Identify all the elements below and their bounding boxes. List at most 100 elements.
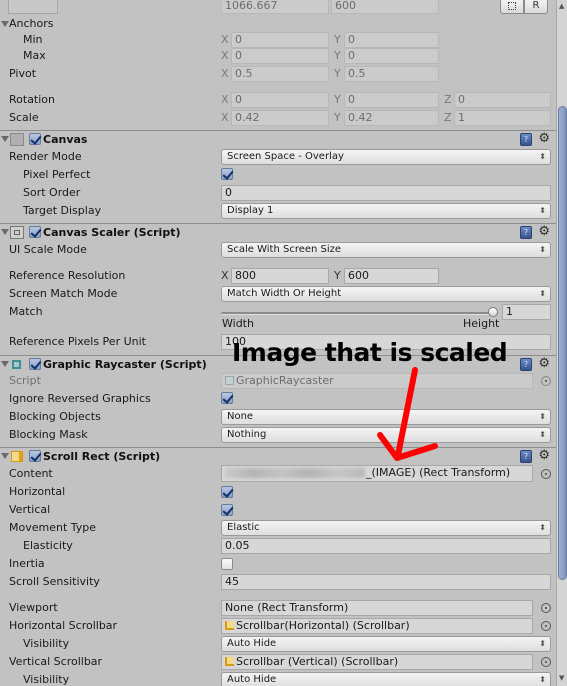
- rotation-x-field[interactable]: 0: [231, 92, 329, 108]
- vertical-scrollbar-value: Scrollbar (Vertical) (Scrollbar): [236, 655, 399, 668]
- axis-z-label: Z: [444, 111, 452, 124]
- dropdown-value: Nothing: [227, 429, 267, 440]
- blueprint-mode-button[interactable]: [500, 0, 524, 14]
- anchor-max-x-field[interactable]: 0: [231, 48, 329, 64]
- sort-order-field[interactable]: 0: [221, 185, 551, 201]
- help-icon[interactable]: ?: [520, 358, 532, 371]
- foldout-arrow-icon[interactable]: [1, 229, 9, 235]
- h-visibility-label: Visibility: [23, 637, 70, 650]
- inspector-scrollbar[interactable]: ▲ ▼: [556, 0, 567, 686]
- scroll-sensitivity-field[interactable]: 45: [221, 574, 551, 590]
- horizontal-scrollbar-field[interactable]: Scrollbar(Horizontal) (Scrollbar): [221, 618, 533, 634]
- horizontal-visibility-dropdown[interactable]: Auto Hide ⬍: [221, 636, 551, 652]
- scrollbar-component-icon: [225, 657, 234, 666]
- anchor-min-x-field[interactable]: 0: [231, 32, 329, 48]
- dropdown-arrows-icon: ⬍: [539, 245, 546, 254]
- object-picker-icon[interactable]: [541, 469, 551, 479]
- axis-y-label: Y: [334, 93, 341, 106]
- dropdown-arrows-icon: ⬍: [539, 639, 546, 648]
- component-title: Graphic Raycaster (Script): [43, 358, 207, 371]
- rotation-y-field[interactable]: 0: [344, 92, 439, 108]
- object-picker-icon[interactable]: [541, 657, 551, 667]
- graphic-raycaster-enabled-checkbox[interactable]: [29, 358, 41, 370]
- ui-scale-mode-dropdown[interactable]: Scale With Screen Size ⬍: [221, 242, 551, 258]
- script-label: Script: [9, 374, 41, 387]
- annotation-arrow: [377, 367, 438, 461]
- match-width-label: Width: [222, 317, 254, 330]
- object-picker-icon[interactable]: [541, 376, 551, 386]
- scroll-down-icon[interactable]: ▼: [559, 674, 564, 682]
- rect-preview-box[interactable]: [8, 0, 58, 14]
- screen-match-mode-dropdown[interactable]: Match Width Or Height ⬍: [221, 286, 551, 302]
- anchors-foldout-icon[interactable]: [1, 21, 9, 27]
- foldout-arrow-icon[interactable]: [1, 136, 9, 142]
- dropdown-value: Display 1: [227, 205, 274, 216]
- gear-icon[interactable]: ⚙: [538, 356, 550, 371]
- horizontal-checkbox[interactable]: [221, 486, 233, 498]
- axis-x-label: X: [221, 33, 229, 46]
- gear-icon[interactable]: ⚙: [538, 131, 550, 146]
- reference-resolution-label: Reference Resolution: [9, 269, 126, 282]
- movement-type-dropdown[interactable]: Elastic ⬍: [221, 520, 551, 536]
- target-display-dropdown[interactable]: Display 1 ⬍: [221, 203, 551, 219]
- height-field[interactable]: 600: [331, 0, 439, 14]
- anchors-label[interactable]: Anchors: [9, 17, 54, 31]
- dropdown-arrows-icon: ⬍: [539, 412, 546, 421]
- render-mode-dropdown[interactable]: Screen Space - Overlay ⬍: [221, 149, 551, 165]
- canvas-component-header[interactable]: Canvas ? ⚙: [0, 130, 556, 148]
- canvas-scaler-enabled-checkbox[interactable]: [29, 226, 41, 238]
- dropdown-arrows-icon: ⬍: [539, 206, 546, 215]
- gear-icon[interactable]: ⚙: [538, 448, 550, 463]
- help-icon[interactable]: ?: [520, 226, 532, 239]
- target-display-label: Target Display: [23, 204, 102, 217]
- axis-y-label: Y: [334, 269, 341, 282]
- scale-y-field[interactable]: 0.42: [344, 110, 439, 126]
- ignore-reversed-checkbox[interactable]: [221, 392, 233, 404]
- rotation-z-field[interactable]: 0: [454, 92, 551, 108]
- dropdown-value: Elastic: [227, 522, 260, 533]
- canvas-scaler-component-header[interactable]: Canvas Scaler (Script) ? ⚙: [0, 223, 556, 241]
- vertical-scrollbar-field[interactable]: Scrollbar (Vertical) (Scrollbar): [221, 654, 533, 670]
- vertical-visibility-dropdown[interactable]: Auto Hide ⬍: [221, 672, 551, 686]
- reference-resolution-x-field[interactable]: 800: [231, 268, 329, 284]
- raw-edit-button[interactable]: R: [524, 0, 548, 14]
- viewport-field[interactable]: None (Rect Transform): [221, 600, 533, 616]
- gear-icon[interactable]: ⚙: [538, 224, 550, 239]
- match-slider-track[interactable]: [221, 312, 493, 315]
- pixel-perfect-checkbox[interactable]: [221, 168, 233, 180]
- anchor-max-y-field[interactable]: 0: [344, 48, 439, 64]
- scrollbar-thumb[interactable]: [558, 106, 567, 580]
- v-visibility-label: Visibility: [23, 673, 70, 686]
- axis-x-label: X: [221, 67, 229, 80]
- vertical-checkbox[interactable]: [221, 504, 233, 516]
- dropdown-arrows-icon: ⬍: [539, 430, 546, 439]
- object-picker-icon[interactable]: [541, 621, 551, 631]
- help-icon[interactable]: ?: [520, 133, 532, 146]
- match-slider-thumb[interactable]: [488, 307, 498, 317]
- scale-x-field[interactable]: 0.42: [231, 110, 329, 126]
- reference-resolution-y-field[interactable]: 600: [344, 268, 439, 284]
- anchor-min-y-field[interactable]: 0: [344, 32, 439, 48]
- inertia-checkbox[interactable]: [221, 558, 233, 570]
- axis-y-label: Y: [334, 49, 341, 62]
- foldout-arrow-icon[interactable]: [1, 453, 9, 459]
- scroll-rect-enabled-checkbox[interactable]: [29, 450, 41, 462]
- width-field[interactable]: 1066.667: [221, 0, 329, 14]
- scale-z-field[interactable]: 1: [454, 110, 551, 126]
- script-file-icon: [225, 376, 234, 385]
- canvas-enabled-checkbox[interactable]: [29, 133, 41, 145]
- object-picker-icon[interactable]: [541, 603, 551, 613]
- scroll-up-icon[interactable]: ▲: [559, 2, 564, 10]
- match-value-field[interactable]: 1: [502, 304, 551, 320]
- pivot-y-field[interactable]: 0.5: [344, 66, 439, 82]
- movement-type-label: Movement Type: [9, 521, 97, 534]
- inertia-label: Inertia: [9, 557, 45, 570]
- scroll-rect-component-header[interactable]: Scroll Rect (Script) ? ⚙: [0, 447, 556, 465]
- elasticity-field[interactable]: 0.05: [221, 538, 551, 554]
- help-icon[interactable]: ?: [520, 450, 532, 463]
- foldout-arrow-icon[interactable]: [1, 361, 9, 367]
- pivot-x-field[interactable]: 0.5: [231, 66, 329, 82]
- dropdown-arrows-icon: ⬍: [539, 152, 546, 161]
- axis-x-label: X: [221, 111, 229, 124]
- vertical-scrollbar-label: Vertical Scrollbar: [9, 655, 103, 668]
